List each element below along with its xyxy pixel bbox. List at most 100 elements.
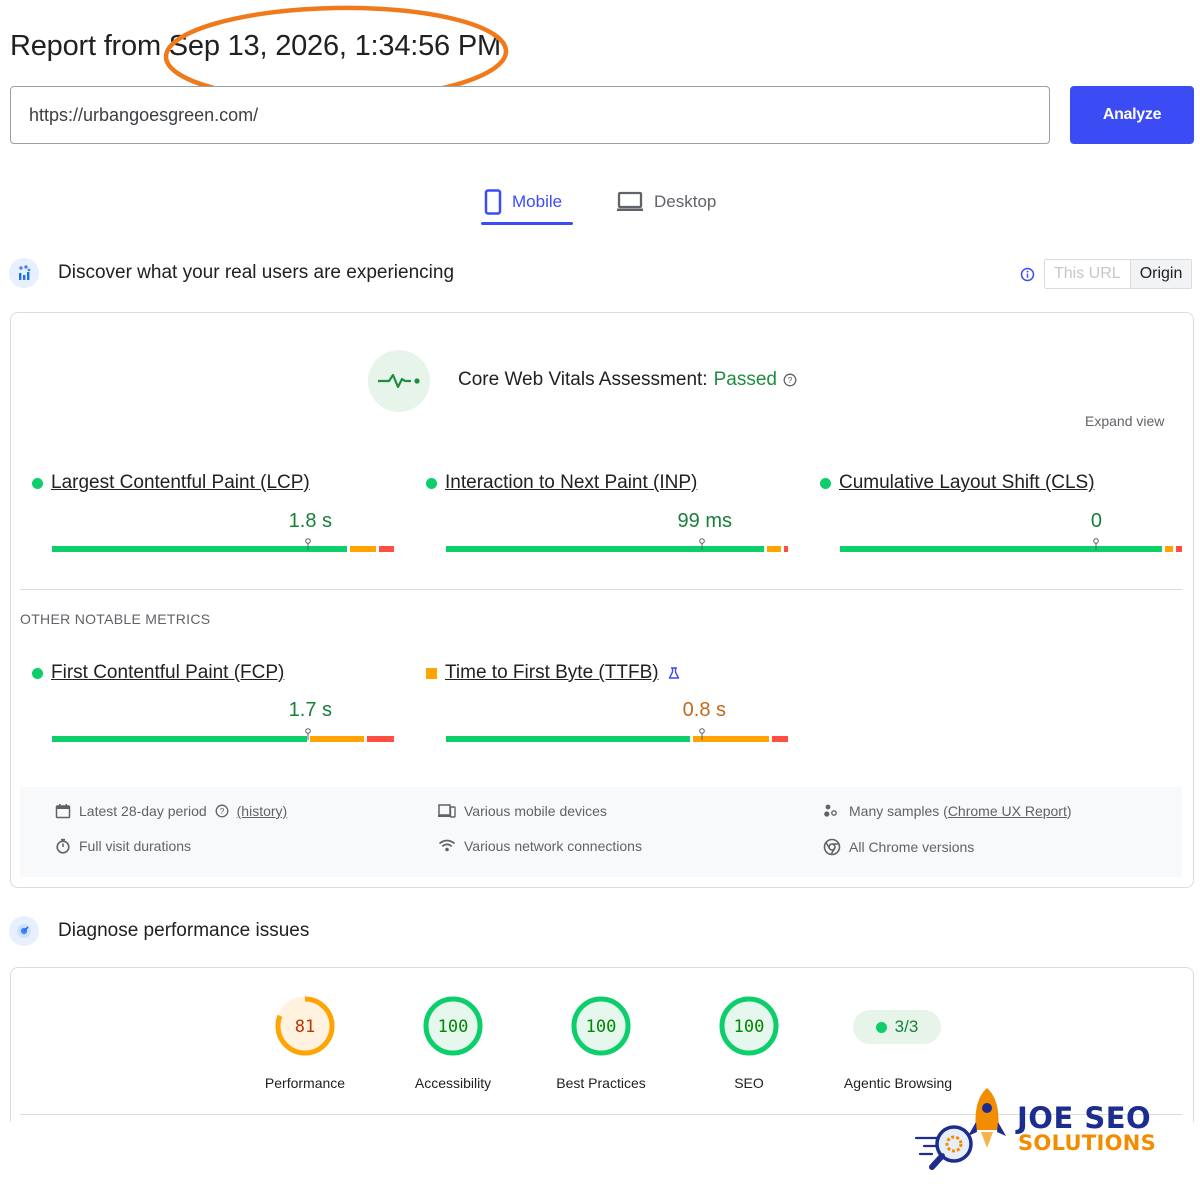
footer-period-label: Latest 28-day period	[79, 803, 207, 819]
score-gauge-ring: 100	[423, 996, 483, 1056]
chrome-ux-report-link[interactable]: Chrome UX Report	[948, 803, 1067, 819]
footer-devices-label: Various mobile devices	[464, 803, 607, 819]
score-label: Accessibility	[414, 1075, 492, 1091]
metric-inp-marker	[699, 538, 705, 550]
tab-desktop-label: Desktop	[654, 192, 717, 211]
good-status-dot	[32, 477, 43, 489]
stopwatch-icon	[56, 838, 70, 854]
cwv-assessment: Core Web Vitals Assessment: Passed ?	[458, 369, 797, 391]
pulse-icon	[368, 350, 430, 412]
metric-lcp-name[interactable]: Largest Contentful Paint (LCP)	[32, 472, 310, 494]
other-metrics-heading: OTHER NOTABLE METRICS	[20, 611, 211, 627]
score-gauge-ring: 100	[571, 996, 631, 1056]
url-origin-toggle[interactable]: This URL Origin	[1044, 259, 1193, 289]
good-status-dot	[820, 477, 831, 489]
score-gauge-ring: 100	[719, 996, 779, 1056]
score-label: Best Practices	[556, 1075, 646, 1091]
svg-text:?: ?	[219, 806, 224, 816]
metric-inp-label: Interaction to Next Paint (INP)	[445, 472, 698, 493]
diagnose-section-title: Diagnose performance issues	[58, 920, 310, 941]
metric-inp-name[interactable]: Interaction to Next Paint (INP)	[426, 472, 697, 494]
history-link[interactable]: (history)	[237, 803, 288, 819]
score-value: 100	[586, 1017, 617, 1037]
score-label: Performance	[264, 1075, 346, 1091]
tab-mobile[interactable]: Mobile	[482, 178, 564, 226]
metric-cls-label: Cumulative Layout Shift (CLS)	[839, 472, 1095, 493]
footer-samples-suffix: )	[1066, 803, 1072, 819]
metric-cls-marker	[1093, 538, 1099, 550]
score-gauge-seo[interactable]: 100	[717, 994, 781, 1063]
crux-section-title: Discover what your real users are experi…	[58, 262, 455, 283]
metric-cls-distribution-bar	[840, 546, 1182, 552]
users-icon	[824, 804, 837, 817]
field-data-footer	[20, 787, 1182, 877]
url-field[interactable]	[10, 86, 1050, 144]
metric-lcp-label: Largest Contentful Paint (LCP)	[51, 472, 310, 493]
footer-durations: Full visit durations	[55, 838, 191, 854]
info-icon[interactable]	[1020, 267, 1035, 282]
tab-mobile-label: Mobile	[512, 192, 563, 211]
toggle-origin[interactable]: Origin	[1130, 260, 1192, 288]
agentic-browsing-value: 3/3	[894, 1017, 919, 1036]
good-status-dot	[875, 1021, 887, 1033]
metric-fcp-label: First Contentful Paint (FCP)	[51, 662, 285, 683]
analyze-button[interactable]: Analyze	[1070, 86, 1194, 144]
metric-ttfb-label: Time to First Byte (TTFB)	[445, 662, 659, 683]
users-chart-icon	[9, 258, 39, 288]
footer-network: Various network connections	[438, 838, 642, 854]
metric-ttfb-name[interactable]: Time to First Byte (TTFB)	[426, 662, 681, 684]
score-gauge-performance[interactable]: 81	[273, 994, 337, 1063]
metric-fcp-value: 1.7 s	[288, 699, 332, 721]
help-icon[interactable]: ?	[783, 373, 797, 387]
needs-improvement-status-square	[426, 667, 437, 679]
footer-network-label: Various network connections	[464, 838, 642, 854]
agentic-browsing-badge[interactable]: 3/3	[853, 1010, 941, 1044]
desktop-icon	[617, 191, 643, 211]
footer-chrome: All Chrome versions	[823, 838, 974, 856]
flask-icon	[668, 667, 679, 679]
score-label: SEO	[734, 1075, 764, 1091]
report-title-prefix: Report from	[10, 30, 169, 62]
metric-fcp-name[interactable]: First Contentful Paint (FCP)	[32, 662, 284, 684]
metric-ttfb-distribution-bar	[446, 736, 788, 742]
toggle-this-url[interactable]: This URL	[1045, 260, 1131, 288]
active-tab-indicator	[481, 222, 573, 225]
metric-inp-distribution-bar	[446, 546, 788, 552]
footer-chrome-label: All Chrome versions	[849, 839, 975, 855]
expand-view-link[interactable]: Expand view	[1085, 413, 1164, 429]
calendar-icon	[55, 804, 71, 819]
help-icon[interactable]: ?	[215, 804, 229, 818]
chrome-icon	[823, 838, 841, 856]
score-gauge-best-practices[interactable]: 100	[569, 994, 633, 1063]
good-status-dot	[426, 477, 437, 489]
score-value: 100	[438, 1017, 469, 1037]
metric-ttfb-value: 0.8 s	[682, 699, 726, 721]
score-gauge-accessibility[interactable]: 100	[421, 994, 485, 1063]
footer-samples: Many samples (Chrome UX Report)	[823, 803, 1072, 819]
mobile-icon	[484, 189, 502, 215]
url-input[interactable]	[11, 87, 1049, 143]
score-value: 81	[295, 1017, 315, 1037]
footer-devices: Various mobile devices	[438, 803, 607, 819]
divider	[20, 589, 1182, 590]
metric-inp-value: 99 ms	[677, 510, 732, 532]
tab-desktop[interactable]: Desktop	[614, 178, 718, 226]
metric-cls-value: 0	[1090, 510, 1102, 532]
score-value: 100	[734, 1017, 765, 1037]
cwv-assessment-status: Passed	[713, 369, 777, 390]
score-gauge-ring: 81	[275, 996, 335, 1056]
logo-text-joe-seo: JOE SEO	[1017, 1101, 1152, 1135]
metric-lcp-distribution-bar	[52, 546, 394, 552]
good-status-dot	[32, 667, 43, 679]
metric-fcp-distribution-bar	[52, 736, 394, 742]
lighthouse-icon	[9, 916, 39, 946]
footer-samples-prefix: Many samples (	[849, 803, 948, 819]
wifi-icon	[438, 839, 456, 852]
footer-durations-label: Full visit durations	[79, 838, 192, 854]
metric-cls-name[interactable]: Cumulative Layout Shift (CLS)	[820, 472, 1095, 494]
cwv-assessment-label: Core Web Vitals Assessment:	[458, 369, 708, 390]
metric-lcp-marker	[305, 538, 311, 550]
report-title: Report from Sep 13, 2026, 1:34:56 PM	[10, 30, 501, 63]
footer-period: Latest 28-day period ? (history)	[55, 803, 287, 819]
devices-icon	[438, 804, 456, 818]
